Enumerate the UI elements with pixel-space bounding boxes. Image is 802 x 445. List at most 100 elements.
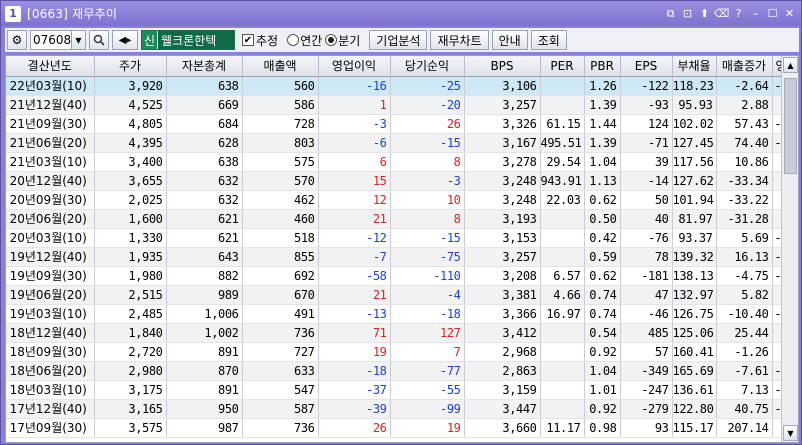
stock-tag: 신: [142, 31, 159, 49]
table-row[interactable]: 20년03월(10) 1,330 621 518 -12 -15 3,153 0.42 -76 9…: [6, 228, 798, 248]
column-header[interactable]: 주가: [94, 56, 167, 77]
table-cell: 3,447: [464, 399, 541, 419]
table-cell: -25: [390, 76, 465, 96]
table-cell: 987: [166, 418, 243, 438]
column-header[interactable]: 매출액: [242, 56, 319, 77]
table-cell: 560: [242, 76, 319, 96]
stock-code-combo[interactable]: 076080 ▼: [30, 30, 86, 50]
link-window-icon[interactable]: ⧉: [663, 6, 678, 22]
screen-icon[interactable]: ⊡: [680, 6, 695, 22]
column-header[interactable]: 결산년도: [6, 56, 95, 77]
settings-window-icon[interactable]: ⌫: [714, 6, 730, 22]
table-row[interactable]: 19년06월(20) 2,515 989 670 21 -4 3,381 4.66 0.74 47…: [6, 285, 798, 305]
table-cell: 21년09월(30): [6, 114, 95, 134]
table-row[interactable]: 20년06월(20) 1,600 621 460 21 8 3,193 0.50 40 81.97…: [6, 209, 798, 229]
table-cell: 3,257: [464, 95, 541, 115]
table-row[interactable]: 18년09월(30) 2,720 891 727 19 7 2,968 0.92 57 160.4…: [6, 342, 798, 362]
column-header[interactable]: EPS: [620, 56, 673, 77]
table-cell: 125.06: [672, 323, 717, 343]
column-header[interactable]: 자본총계: [166, 56, 243, 77]
financial-grid[interactable]: 결산년도 주가 자본총계 매출액 영업이익 당기순익 BPS PER PBR EPS 부채율 매출증가…: [5, 55, 799, 443]
annual-radio[interactable]: 연간: [287, 32, 322, 49]
table-cell: 891: [166, 342, 243, 362]
table-cell: 17년09월(30): [6, 418, 95, 438]
table-row[interactable]: 22년03월(10) 3,920 638 560 -16 -25 3,106 1.26 -122…: [6, 76, 798, 96]
table-row[interactable]: 19년09월(30) 1,980 882 692 -58 -110 3,208 6.57 0.6…: [6, 266, 798, 286]
table-cell: 16.13: [716, 247, 773, 267]
column-header[interactable]: 매출증가: [716, 56, 773, 77]
search-button[interactable]: [89, 30, 109, 50]
table-cell: 727: [242, 342, 319, 362]
table-row[interactable]: 20년09월(30) 2,025 632 462 12 10 3,248 22.03 0.62 5…: [6, 190, 798, 210]
table-cell: 21년12월(40): [6, 95, 95, 115]
stock-name-field[interactable]: 신 웰크론한텍: [141, 30, 235, 50]
table-cell: 638: [166, 76, 243, 96]
title-bar[interactable]: 1 [0663] 재무추이 ⧉ ⊡ ⬆ ⌫ ? – ☐ ✕: [1, 1, 801, 26]
table-cell: 1,840: [94, 323, 167, 343]
table-row[interactable]: 21년03월(10) 3,400 638 575 6 8 3,278 29.54 1.04 39 1…: [6, 152, 798, 172]
table-cell: 3,165: [94, 399, 167, 419]
table-cell: 3,106: [464, 76, 541, 96]
column-header[interactable]: 당기순익: [390, 56, 465, 77]
speaker-button[interactable]: ◀▸: [112, 30, 138, 50]
gear-button[interactable]: ⚙: [7, 30, 27, 50]
table-cell: 57.43: [716, 114, 773, 134]
table-cell: -39: [318, 399, 391, 419]
stock-code-input[interactable]: 076080: [30, 30, 79, 50]
vertical-scrollbar[interactable]: ▲ ▼: [781, 56, 798, 442]
column-header[interactable]: BPS: [464, 56, 541, 77]
query-button[interactable]: 조회: [530, 30, 567, 50]
table-row[interactable]: 20년12월(40) 3,655 632 570 15 -3 3,248 943.91 1.13…: [6, 171, 798, 191]
stock-name: 웰크론한텍: [161, 33, 217, 48]
table-cell: 1: [318, 95, 391, 115]
table-row[interactable]: 21년12월(40) 4,525 669 586 1 -20 3,257 1.39 -93 95.…: [6, 95, 798, 115]
table-cell: 132.97: [672, 285, 717, 305]
scroll-down-icon[interactable]: ▼: [783, 425, 798, 441]
table-cell: -76: [620, 228, 673, 248]
table-cell: 684: [166, 114, 243, 134]
table-cell: 18년09월(30): [6, 342, 95, 362]
column-header[interactable]: 영업이익: [318, 56, 391, 77]
minimize-icon[interactable]: –: [748, 6, 763, 22]
table-row[interactable]: 18년03월(10) 3,175 891 547 -37 -55 3,159 1.01 -247…: [6, 380, 798, 400]
table-cell: 19년12월(40): [6, 247, 95, 267]
table-cell: 1.04: [584, 152, 621, 172]
table-cell: 165.69: [672, 361, 717, 381]
estimate-checkbox[interactable]: ✔ 추정: [242, 32, 278, 49]
guide-button[interactable]: 안내: [491, 30, 528, 50]
table-cell: 115.17: [672, 418, 717, 438]
table-cell: 0.62: [584, 190, 621, 210]
table-row[interactable]: 19년03월(10) 2,485 1,006 491 -13 -18 3,366 16.97 0…: [6, 304, 798, 324]
table-row[interactable]: 21년09월(30) 4,805 684 728 -3 26 3,326 61.15 1.44 1…: [6, 114, 798, 134]
table-cell: 4,395: [94, 133, 167, 153]
table-cell: 882: [166, 266, 243, 286]
table-cell: -4.75: [716, 266, 773, 286]
table-row[interactable]: 21년06월(20) 4,395 628 803 -6 -15 3,167 495.51 1.3…: [6, 133, 798, 153]
quarter-radio[interactable]: 분기: [325, 32, 360, 49]
financial-chart-button[interactable]: 재무차트: [430, 30, 489, 50]
maximize-icon[interactable]: ☐: [765, 6, 780, 22]
toolbar: ⚙ 076080 ▼ ◀▸ 신 웰크론한텍 ✔ 추정 연간 분기 기업분석 재무…: [5, 28, 799, 52]
company-analysis-button[interactable]: 기업분석: [369, 30, 428, 50]
table-row[interactable]: 18년12월(40) 1,840 1,002 736 71 127 3,412 0.54 485…: [6, 323, 798, 343]
table-cell: 4.66: [540, 285, 585, 305]
pin-top-icon[interactable]: ⬆: [697, 6, 712, 22]
table-row[interactable]: 17년12월(40) 3,165 950 587 -39 -99 3,447 0.92 -279…: [6, 399, 798, 419]
table-cell: -14: [620, 171, 673, 191]
scroll-up-icon[interactable]: ▲: [783, 57, 798, 73]
table-cell: 3,167: [464, 133, 541, 153]
table-row[interactable]: 17년09월(30) 3,575 987 736 26 19 3,660 11.17 0.98 9…: [6, 418, 798, 438]
table-row[interactable]: 19년12월(40) 1,935 643 855 -7 -75 3,257 0.59 78 139…: [6, 247, 798, 267]
scroll-thumb[interactable]: [784, 78, 797, 174]
close-icon[interactable]: ✕: [782, 6, 797, 22]
column-header[interactable]: PBR: [584, 56, 621, 77]
column-header[interactable]: 부채율: [672, 56, 717, 77]
chevron-down-icon[interactable]: ▼: [72, 30, 86, 50]
help-icon[interactable]: ?: [731, 6, 746, 22]
window-title: [0663] 재무추이: [27, 7, 118, 21]
column-header[interactable]: PER: [540, 56, 585, 77]
table-cell: 621: [166, 209, 243, 229]
table-cell: -33.22: [716, 190, 773, 210]
table-row[interactable]: 18년06월(20) 2,980 870 633 -18 -77 2,863 1.04 -349…: [6, 361, 798, 381]
table-cell: 1,006: [166, 304, 243, 324]
